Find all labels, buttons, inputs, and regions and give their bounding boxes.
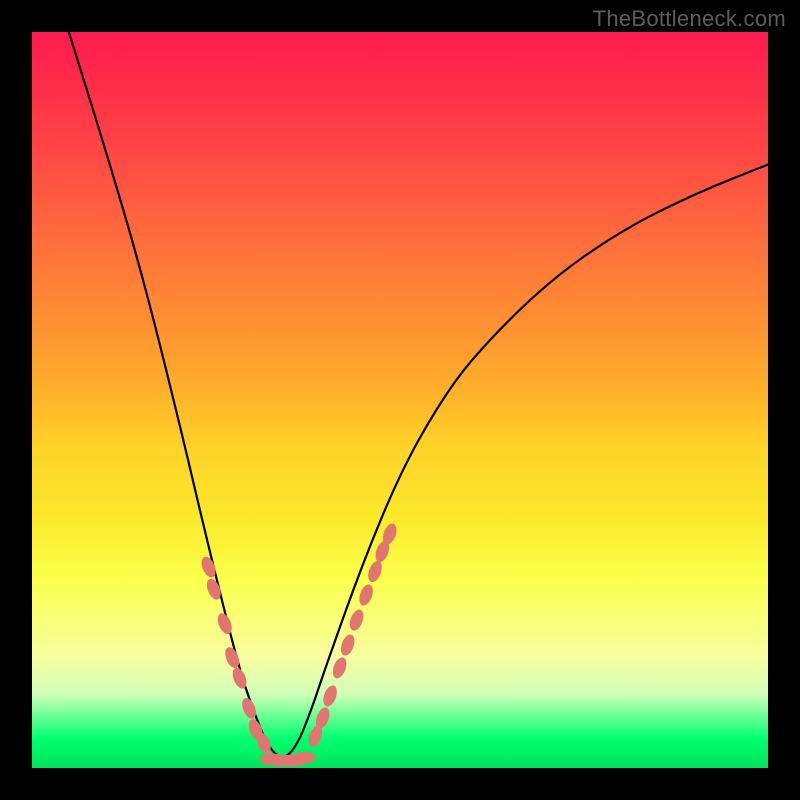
highlight-dot — [215, 611, 234, 636]
watermark-text: TheBottleneck.com — [593, 6, 786, 32]
highlight-dot — [293, 752, 315, 764]
curve-svg — [32, 32, 768, 768]
highlight-dot — [366, 559, 385, 584]
highlight-dot — [330, 656, 349, 681]
bottleneck-curve-path — [69, 32, 768, 757]
chart-frame: TheBottleneck.com — [0, 0, 800, 800]
highlight-dot — [357, 583, 376, 608]
highlight-dots-group — [199, 522, 399, 767]
highlight-dot — [347, 608, 366, 633]
highlight-dot — [321, 684, 340, 709]
plot-area — [32, 32, 768, 768]
highlight-dot — [338, 633, 357, 658]
